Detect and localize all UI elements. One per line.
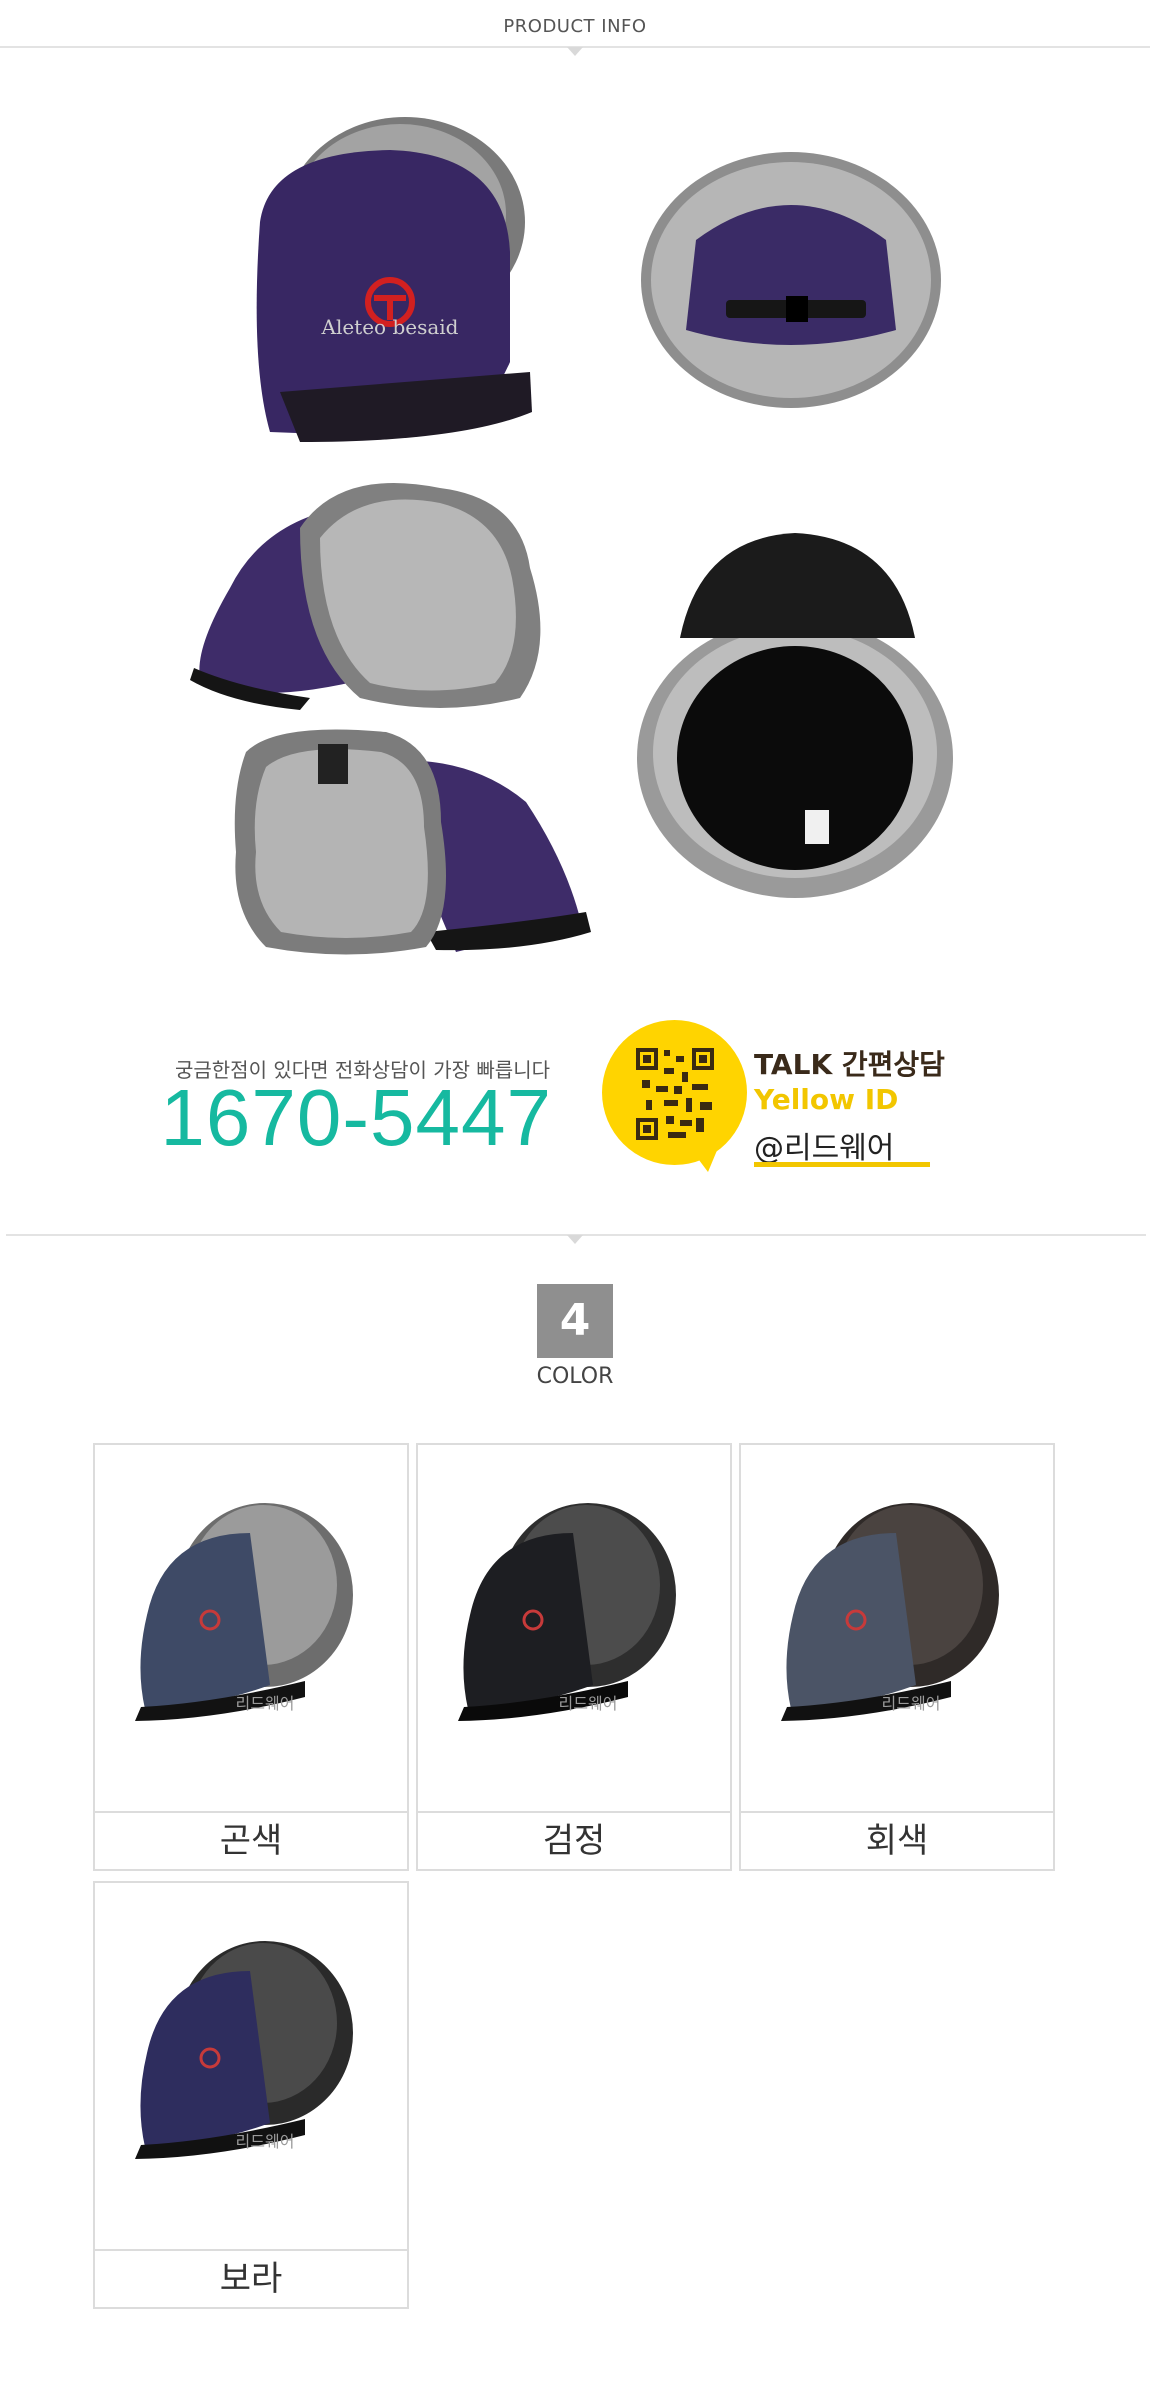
swatch-watermark: 리드웨어 <box>236 2132 295 2151</box>
product-photo-front: Aleteo besaid <box>256 117 532 442</box>
section-divider-notch <box>567 1235 583 1244</box>
color-swatch-black[interactable]: 리드웨어 검정 <box>416 1443 732 1871</box>
swatch-label-gray: 회색 <box>741 1811 1053 1869</box>
product-photo-side-left <box>190 483 541 710</box>
kakao-talk-title: TALK 간편상담 <box>754 1048 945 1081</box>
product-photo-back <box>641 152 941 408</box>
product-photo-underside <box>637 533 953 898</box>
swatch-label-purple: 보라 <box>95 2249 407 2307</box>
swatch-label-navy: 곤색 <box>95 1811 407 1869</box>
color-count-badge: 4 <box>537 1284 613 1358</box>
swatch-watermark: 리드웨어 <box>882 1694 941 1713</box>
kakao-bubble-tail <box>690 1148 718 1172</box>
color-swatch-gray[interactable]: 리드웨어 회색 <box>739 1443 1055 1871</box>
swatch-label-black: 검정 <box>418 1811 730 1869</box>
cap-logo-text: Aleteo besaid <box>321 315 459 339</box>
swatch-watermark: 리드웨어 <box>559 1694 618 1713</box>
product-info-title: PRODUCT INFO <box>503 16 647 37</box>
swatch-image-purple: 리드웨어 <box>135 1941 353 2159</box>
color-swatch-purple[interactable]: 리드웨어 보라 <box>93 1881 409 2309</box>
kakao-id[interactable]: @리드웨어 <box>754 1123 894 1167</box>
header-divider-notch <box>567 47 583 56</box>
swatch-image-black: 리드웨어 <box>458 1503 676 1721</box>
swatch-image-gray: 리드웨어 <box>781 1503 999 1721</box>
swatch-image-navy: 리드웨어 <box>135 1503 353 1721</box>
swatch-watermark: 리드웨어 <box>236 1694 295 1713</box>
color-swatch-navy[interactable]: 리드웨어 곤색 <box>93 1443 409 1871</box>
phone-number[interactable]: 1670-5447 <box>160 1078 552 1158</box>
kakao-id-underline <box>754 1162 930 1167</box>
kakao-yellow-id-label: Yellow ID <box>754 1083 899 1116</box>
product-photo-side-right <box>234 729 591 955</box>
color-section-title: COLOR <box>536 1364 614 1389</box>
qr-code-icon[interactable] <box>634 1046 716 1142</box>
